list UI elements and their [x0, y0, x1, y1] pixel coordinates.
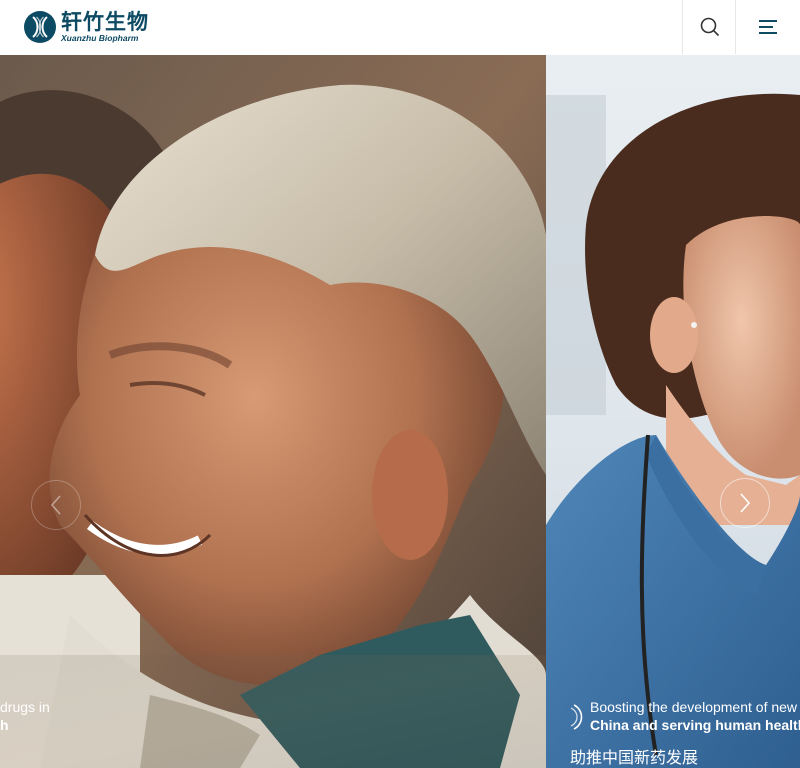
slide-1-caption: drugs in h — [0, 698, 50, 734]
crescent-mark-icon — [570, 704, 583, 730]
logo-mark-icon — [24, 11, 56, 43]
slide-2-caption-line1: Boosting the development of new — [590, 699, 798, 715]
slide-1-caption-line1: drugs in — [0, 699, 50, 715]
slide-2-caption-line2: China and serving human health — [590, 717, 800, 733]
logo[interactable]: 轩竹生物 Xuanzhu Biopharm — [24, 9, 149, 45]
slide-2 — [546, 55, 800, 768]
hero-slider[interactable]: drugs in h Boosting the development of n… — [0, 55, 800, 768]
menu-button[interactable] — [735, 0, 800, 54]
slide-1-photo — [0, 55, 546, 768]
logo-english-name: Xuanzhu Biopharm — [61, 33, 139, 44]
chevron-right-icon — [740, 493, 751, 513]
slide-1-caption-line2: h — [0, 717, 9, 733]
chevron-left-icon — [50, 495, 61, 515]
site-header: 轩竹生物 Xuanzhu Biopharm — [0, 0, 800, 54]
hamburger-menu-icon — [758, 20, 777, 34]
slide-2-caption-chinese: 助推中国新药发展 — [570, 748, 699, 767]
logo-chinese-name: 轩竹生物 — [61, 9, 149, 35]
search-icon — [700, 17, 719, 37]
previous-slide-button[interactable] — [31, 480, 81, 530]
search-button[interactable] — [682, 0, 736, 54]
slide-1: drugs in h — [0, 55, 546, 768]
next-slide-button[interactable] — [720, 478, 770, 528]
slide-2-photo — [546, 55, 800, 768]
